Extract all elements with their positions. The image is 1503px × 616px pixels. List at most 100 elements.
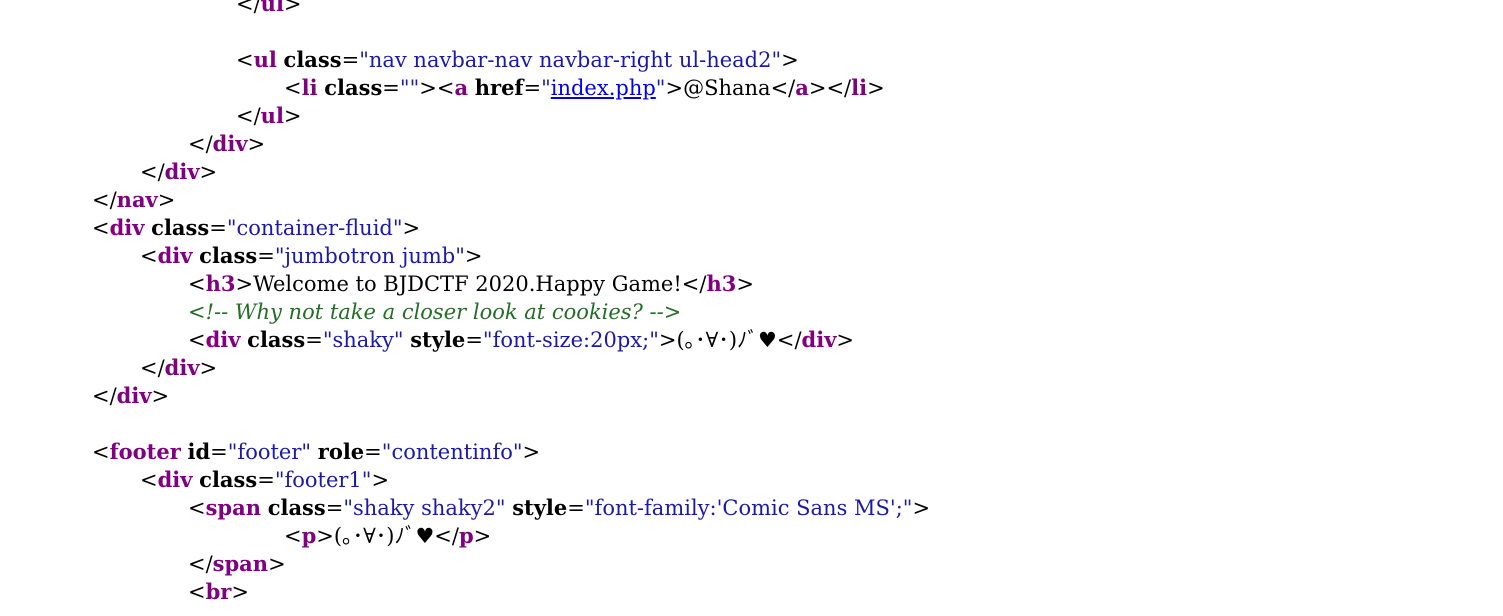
- source-line: <span class="shaky shaky2" style="font-f…: [188, 494, 930, 522]
- href-link[interactable]: index.php: [551, 76, 656, 100]
- tag-bracket: >: [316, 524, 334, 548]
- text-content: =: [364, 440, 382, 464]
- tag-bracket: >: [522, 440, 541, 464]
- tag-name: h3: [706, 271, 737, 296]
- tag-name: footer: [109, 439, 181, 464]
- source-line: <p>(｡･∀･)ﾉﾞ♥</p>: [284, 522, 491, 550]
- tag-name: li: [301, 75, 318, 100]
- text-content: =: [382, 76, 400, 100]
- text-content: =: [210, 440, 228, 464]
- tag-bracket: </: [140, 160, 165, 184]
- tag-bracket: >: [151, 384, 170, 408]
- source-line: <!-- Why not take a closer look at cooki…: [188, 298, 681, 326]
- tag-bracket: </: [92, 384, 117, 408]
- tag-bracket: <: [188, 496, 206, 520]
- tag-bracket: >: [402, 216, 421, 240]
- text-content: [277, 48, 284, 72]
- source-line: <ul class="nav navbar-nav navbar-right u…: [236, 46, 799, 74]
- tag-name: h3: [205, 271, 236, 296]
- attribute-value: "footer": [227, 440, 312, 464]
- tag-name: span: [205, 495, 261, 520]
- tag-bracket: </: [770, 76, 796, 100]
- attribute-name: class: [283, 47, 342, 72]
- source-line: <div class="jumbotron jumb">: [140, 242, 483, 270]
- attribute-value: "shaky shaky2": [343, 496, 506, 520]
- source-line: <h3>Welcome to BJDCTF 2020.Happy Game!</…: [188, 270, 754, 298]
- text-content: =: [257, 468, 275, 492]
- tag-bracket: <: [188, 580, 206, 604]
- attribute-value: ": [541, 76, 551, 100]
- tag-bracket: >: [231, 580, 249, 604]
- tag-name: div: [116, 383, 152, 408]
- tag-bracket: >: [283, 0, 302, 16]
- tag-bracket: >: [283, 104, 302, 128]
- source-line: </div>: [188, 130, 265, 158]
- tag-name: ul: [253, 47, 277, 72]
- tag-bracket: ></: [808, 76, 852, 100]
- tag-bracket: </: [236, 104, 261, 128]
- attribute-name: class: [267, 495, 326, 520]
- source-line: <div class="shaky" style="font-size:20px…: [188, 326, 854, 354]
- attribute-value: "nav navbar-nav navbar-right ul-head2": [359, 48, 782, 72]
- source-line: <div class="container-fluid">: [92, 214, 420, 242]
- attribute-name: class: [151, 215, 210, 240]
- tag-bracket: >: [781, 48, 799, 72]
- tag-name: div: [801, 327, 837, 352]
- tag-name: span: [212, 551, 269, 576]
- tag-bracket: <: [284, 524, 302, 548]
- tag-name: div: [157, 467, 193, 492]
- source-line: </div>: [92, 382, 169, 410]
- attribute-name: style: [410, 327, 466, 352]
- source-line: </ul>: [236, 102, 302, 130]
- tag-bracket: >: [473, 524, 492, 548]
- source-view: </ul> <ul class="nav navbar-nav navbar-ri…: [0, 0, 1503, 616]
- text-content: Welcome to BJDCTF 2020.Happy Game!: [253, 272, 682, 296]
- attribute-value: "": [399, 76, 420, 100]
- tag-bracket: >: [247, 132, 266, 156]
- attribute-name: href: [474, 75, 524, 100]
- html-comment: <!-- Why not take a closer look at cooki…: [188, 300, 682, 324]
- text-content: @Shana: [683, 76, 771, 100]
- tag-bracket: ><: [419, 76, 455, 100]
- tag-bracket: </: [188, 552, 213, 576]
- tag-bracket: >: [836, 328, 855, 352]
- tag-name: a: [795, 75, 809, 100]
- tag-name: ul: [260, 103, 284, 128]
- tag-bracket: <: [236, 48, 254, 72]
- attribute-name: class: [247, 327, 306, 352]
- tag-bracket: <: [92, 440, 110, 464]
- tag-name: p: [458, 523, 474, 548]
- tag-name: div: [157, 243, 193, 268]
- attribute-name: style: [512, 495, 568, 520]
- source-line: </span>: [188, 550, 286, 578]
- tag-bracket: >: [658, 328, 677, 352]
- tag-bracket: >: [371, 468, 390, 492]
- tag-name: li: [851, 75, 868, 100]
- text-content: =: [465, 328, 483, 352]
- source-line: </ul>: [236, 0, 302, 18]
- tag-bracket: >: [199, 356, 218, 380]
- text-content: [311, 440, 318, 464]
- tag-name: a: [454, 75, 469, 100]
- text-content: =: [567, 496, 585, 520]
- source-line: </div>: [140, 158, 217, 186]
- tag-bracket: <: [92, 216, 110, 240]
- tag-bracket: </: [92, 188, 117, 212]
- tag-bracket: >: [665, 76, 684, 100]
- tag-name: div: [164, 355, 200, 380]
- tag-name: nav: [116, 187, 158, 212]
- text-content: =: [341, 48, 360, 72]
- text-content: =: [325, 496, 344, 520]
- attribute-value: "container-fluid": [226, 216, 403, 240]
- attribute-name: class: [199, 467, 258, 492]
- source-line: <li class=""><a href="index.php">@Shana<…: [284, 74, 885, 102]
- tag-name: div: [212, 131, 248, 156]
- tag-bracket: </: [776, 328, 802, 352]
- tag-bracket: >: [736, 272, 754, 296]
- attribute-value: "font-family:'Comic Sans MS';": [584, 496, 913, 520]
- tag-bracket: >: [464, 244, 483, 268]
- source-line: </div>: [140, 354, 217, 382]
- tag-bracket: </: [434, 524, 459, 548]
- attribute-value: "font-size:20px;": [482, 328, 659, 352]
- text-content: [261, 496, 268, 520]
